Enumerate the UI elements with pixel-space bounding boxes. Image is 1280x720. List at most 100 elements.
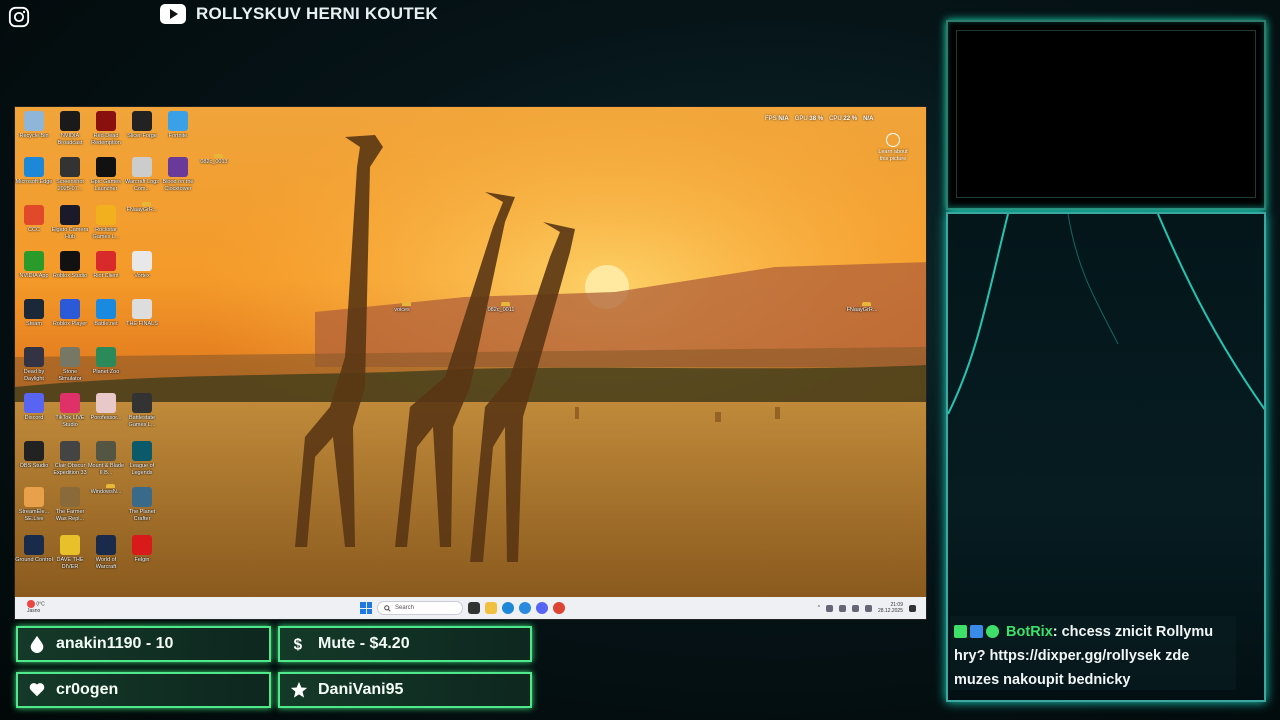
desktop-icon-planet-zoo[interactable]: Planet Zoo — [87, 347, 125, 376]
desktop-icon-label: Riot Client — [93, 273, 119, 279]
desktop-icon-blood-on-the-clocktower[interactable]: Blood on the Clocktower — [159, 157, 197, 192]
desktop-icon-slicer-forge[interactable]: Slicer Forge — [123, 111, 161, 140]
desktop-icon-label: Roblox Player — [52, 321, 88, 327]
search-icon — [384, 604, 391, 612]
app-icon — [96, 299, 116, 319]
desktop-icon-roblox-studio[interactable]: Roblox Studio — [51, 251, 89, 280]
taskbar-search[interactable]: Search — [377, 601, 463, 615]
desktop-icon-warcraft-logs-com[interactable]: Warcraft Logs Com... — [123, 157, 161, 192]
desktop-icon-label: Clair Obscur Expedition 33 — [53, 463, 87, 476]
browser-icon[interactable] — [519, 602, 531, 614]
desktop-icon-porofessor[interactable]: Porofessor... — [87, 393, 125, 422]
performance-overlay: FPS N/A GPU 38 % CPU 22 % N/A — [765, 116, 873, 122]
desktop-icon-roblox-player[interactable]: Roblox Player — [51, 299, 89, 328]
desktop-icon-the-finals[interactable]: THE FINALS — [123, 299, 161, 328]
bot-badge-icon — [970, 625, 983, 638]
desktop-icon-stone-simulator[interactable]: Stone Simulator — [51, 347, 89, 382]
desktop-folder-fnaay[interactable]: FNaayGrR... — [843, 305, 881, 314]
desktop-icon-discord[interactable]: Discord — [15, 393, 53, 422]
desktop-icon-label: Rockstar Games L... — [92, 227, 120, 240]
desktop-icon-steam[interactable]: Steam — [15, 299, 53, 328]
chevron-up-icon[interactable]: ^ — [818, 605, 820, 611]
desktop-icon-recycle-bin[interactable]: Recycle Bin — [15, 111, 53, 140]
desktop-icon-battlestate-games-l[interactable]: Battlestate Games L... — [123, 393, 161, 428]
tray-icon[interactable] — [838, 604, 846, 612]
start-button[interactable] — [360, 602, 372, 614]
desktop-icon-dead-by-daylight[interactable]: Dead by Daylight — [15, 347, 53, 382]
desktop-icon-the-farmer-was-repl[interactable]: The Farmer Was Repl... — [51, 487, 89, 522]
desktop-icon-the-planet-crafter[interactable]: The Planet Crafter — [123, 487, 161, 522]
desktop-icon-fnaaygrr[interactable]: FNaayGrR... — [123, 205, 161, 214]
desktop-icon-label: Blood on the Clocktower — [162, 179, 194, 192]
app-icon — [60, 157, 80, 177]
channel-header: ROLLYSKUV HERNI KOUTEK — [160, 4, 438, 24]
app-icon — [60, 393, 80, 413]
desktop-icon-dave-the-diver[interactable]: DAVE THE DIVER — [51, 535, 89, 570]
weather-widget[interactable]: 0°C Jasno — [27, 600, 45, 614]
network-icon[interactable] — [851, 604, 859, 612]
desktop-icon-league-of-legends[interactable]: League of Legends — [123, 441, 161, 476]
app-icon — [132, 299, 152, 319]
desktop-icon-epic-games-launcher[interactable]: Epic Games Launcher — [87, 157, 125, 192]
app-icon — [132, 535, 152, 555]
notification-icon[interactable] — [909, 604, 916, 612]
channel-name: ROLLYSKUV HERNI KOUTEK — [196, 4, 438, 23]
desktop-icon-streamele-se-live[interactable]: StreamEle... SE.Live — [15, 487, 53, 522]
desktop-icon-mount-blade-ii-b[interactable]: Mount & Blade II B... — [87, 441, 125, 476]
desktop-icon-microsoft-edge[interactable]: Microsoft Edge — [15, 157, 53, 186]
desktop-folder-voices[interactable]: voices — [383, 305, 421, 314]
desktop-icon-label: OBS Studio — [19, 463, 49, 469]
desktop-icon-red-dead-redemption[interactable]: Red Dead Redemption — [87, 111, 125, 146]
top-supporter-text: DaniVani95 — [318, 681, 404, 698]
desktop-icon-label: NVIDIA App — [19, 273, 49, 279]
app-icon — [60, 535, 80, 555]
desktop-icon-battle-net[interactable]: Battle.net — [87, 299, 125, 328]
app-icon — [132, 111, 152, 131]
app-icon — [96, 157, 116, 177]
desktop-icon-world-of-warcraft[interactable]: World of Warcraft — [87, 535, 125, 570]
desktop-icon-fortnite[interactable]: Fortnite — [159, 111, 197, 140]
desktop-icon-elgato-camera-hub[interactable]: Elgato Camera Hub — [51, 205, 89, 240]
file-explorer-icon[interactable] — [485, 602, 497, 614]
desktop-icon-ground-control[interactable]: Ground Control — [15, 535, 53, 564]
chat-username: BotRix — [1006, 624, 1053, 640]
desktop-icon-nvidia-app[interactable]: NVIDIA App — [15, 251, 53, 280]
volume-icon[interactable] — [864, 604, 872, 612]
top-supporter-box: DaniVani95 — [278, 672, 532, 708]
desktop-icon-label: CCC — [28, 227, 40, 233]
tray-icon[interactable] — [825, 604, 833, 612]
desktop-icon-nvidia-broadcast[interactable]: NVIDIA Broadcast — [51, 111, 89, 146]
desktop-folder-082c[interactable]: 082c_0011 — [482, 305, 520, 314]
desktop-icon-screenshot-2025-07[interactable]: Screenshot 2025-07... — [51, 157, 89, 192]
app-icon — [132, 487, 152, 507]
desktop-icon-riot-client[interactable]: Riot Client — [87, 251, 125, 280]
desktop-icon-clair-obscur-expedition-33[interactable]: Clair Obscur Expedition 33 — [51, 441, 89, 476]
app-icon — [24, 487, 44, 507]
desktop-icon-label: Felgin — [134, 557, 150, 563]
desktop-icon-label: Recycle Bin — [19, 133, 49, 139]
desktop-icon-label: WindowsN... — [90, 489, 122, 495]
desktop-icon-windowsn[interactable]: WindowsN... — [87, 487, 125, 496]
app-icon — [24, 251, 44, 271]
desktop-icon-label: Battle.net — [94, 321, 118, 327]
desktop-icon-rockstar-games-l[interactable]: Rockstar Games L... — [87, 205, 125, 240]
task-view-icon[interactable] — [468, 602, 480, 614]
app-icon — [96, 251, 116, 271]
desktop-icon-obs-studio[interactable]: OBS Studio — [15, 441, 53, 470]
desktop-icon-vortex[interactable]: Vortex — [123, 251, 161, 280]
svg-text:$: $ — [294, 636, 303, 653]
app-icon — [132, 251, 152, 271]
taskbar-clock[interactable]: 21:09 28.12.2025 — [878, 602, 903, 614]
app-icon — [24, 111, 44, 131]
desktop-icon-082c-0013[interactable]: 082c_0013 — [195, 157, 233, 166]
desktop-icon-tiktok-live-studio[interactable]: TikTok LIVE Studio — [51, 393, 89, 428]
edge-icon[interactable] — [502, 602, 514, 614]
app-icon — [24, 157, 44, 177]
star-icon — [290, 681, 308, 698]
discord-icon[interactable] — [536, 602, 548, 614]
desktop-icon-ccc[interactable]: CCC — [15, 205, 53, 234]
desktop-icon-label: Microsoft Edge — [15, 179, 53, 185]
desktop-icon-felgin[interactable]: Felgin — [123, 535, 161, 564]
chrome-icon[interactable] — [553, 602, 565, 614]
learn-about-picture[interactable]: Learn about this picture — [874, 133, 912, 162]
